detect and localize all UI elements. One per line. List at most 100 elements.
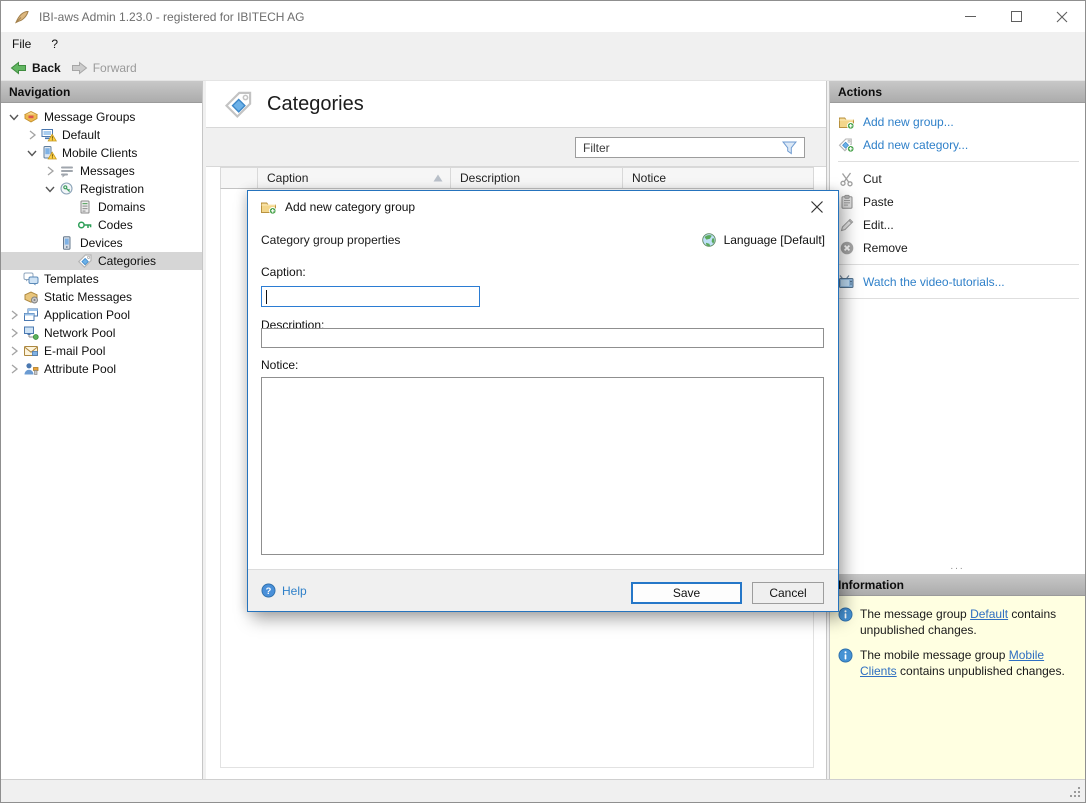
close-button[interactable] bbox=[1039, 1, 1085, 32]
cut-icon bbox=[838, 171, 855, 187]
dialog-close-button[interactable] bbox=[804, 195, 830, 219]
add-group-icon bbox=[838, 114, 855, 130]
action-watch-the-video-tutorials[interactable]: Watch the video-tutorials... bbox=[830, 270, 1085, 293]
menu-file[interactable]: File bbox=[1, 37, 42, 51]
chevron-placeholder bbox=[42, 235, 58, 251]
back-button[interactable]: Back bbox=[8, 56, 69, 80]
svg-text:?: ? bbox=[266, 586, 272, 596]
action-label: Cut bbox=[863, 172, 882, 186]
tree-item-label: Categories bbox=[98, 254, 156, 268]
application-pool-icon bbox=[22, 307, 39, 323]
chevron-expanded-icon[interactable] bbox=[42, 181, 58, 197]
forward-arrow-icon bbox=[71, 60, 88, 76]
action-add-new-category[interactable]: Add new category... bbox=[830, 133, 1085, 156]
chevron-placeholder bbox=[60, 199, 76, 215]
actions-list: Add new group... Add new category... Cut Pa… bbox=[830, 103, 1085, 304]
filter-input[interactable] bbox=[576, 141, 782, 155]
chevron-expanded-icon[interactable] bbox=[24, 145, 40, 161]
column-caption[interactable]: Caption bbox=[258, 168, 451, 188]
dialog-titlebar[interactable]: Add new category group bbox=[248, 191, 838, 221]
menubar: File ? bbox=[1, 32, 1085, 56]
tree-item-label: Network Pool bbox=[44, 326, 115, 340]
navigation-panel: Navigation Message GroupsDefaultMobile C… bbox=[1, 81, 203, 779]
resize-grip[interactable] bbox=[1068, 785, 1082, 799]
notice-input[interactable] bbox=[261, 377, 824, 555]
tree-item-devices[interactable]: Devices bbox=[1, 234, 202, 252]
action-label: Paste bbox=[863, 195, 894, 209]
menu-help[interactable]: ? bbox=[42, 37, 67, 51]
dialog-section-row: Category group properties Language [Defa… bbox=[261, 232, 825, 248]
tree-item-e-mail-pool[interactable]: E-mail Pool bbox=[1, 342, 202, 360]
navigation-header: Navigation bbox=[1, 81, 202, 103]
chevron-collapsed-icon[interactable] bbox=[6, 325, 22, 341]
tree-item-label: E-mail Pool bbox=[44, 344, 105, 358]
chevron-collapsed-icon[interactable] bbox=[24, 127, 40, 143]
tree-item-default[interactable]: Default bbox=[1, 126, 202, 144]
chevron-expanded-icon[interactable] bbox=[6, 109, 22, 125]
tree-item-categories[interactable]: Categories bbox=[1, 252, 202, 270]
toolbar: Back Forward bbox=[1, 56, 1085, 81]
column-description[interactable]: Description bbox=[451, 168, 623, 188]
info-item: The mobile message group Mobile Clients … bbox=[838, 647, 1079, 679]
tree-item-templates[interactable]: Templates bbox=[1, 270, 202, 288]
tree-item-domains[interactable]: Domains bbox=[1, 198, 202, 216]
tree-item-messages[interactable]: Messages bbox=[1, 162, 202, 180]
window-controls bbox=[947, 1, 1085, 32]
tree-item-message-groups[interactable]: Message Groups bbox=[1, 108, 202, 126]
column-row-selector[interactable] bbox=[221, 168, 258, 188]
panel-splitter[interactable]: ... bbox=[830, 564, 1085, 574]
filter-box[interactable] bbox=[575, 137, 805, 158]
forward-button[interactable]: Forward bbox=[69, 56, 145, 80]
email-pool-icon bbox=[22, 343, 39, 359]
chevron-collapsed-icon[interactable] bbox=[6, 361, 22, 377]
chevron-collapsed-icon[interactable] bbox=[6, 307, 22, 323]
help-link[interactable]: ? Help bbox=[261, 583, 307, 598]
language-label: Language [Default] bbox=[724, 233, 825, 247]
tree-item-registration[interactable]: Registration bbox=[1, 180, 202, 198]
column-notice[interactable]: Notice bbox=[623, 168, 813, 188]
tree-item-mobile-clients[interactable]: Mobile Clients bbox=[1, 144, 202, 162]
tree-item-static-messages[interactable]: Static Messages bbox=[1, 288, 202, 306]
maximize-button[interactable] bbox=[993, 1, 1039, 32]
column-caption-label: Caption bbox=[267, 171, 308, 185]
add-category-icon bbox=[838, 137, 855, 153]
tree-item-application-pool[interactable]: Application Pool bbox=[1, 306, 202, 324]
statusbar bbox=[1, 779, 1085, 802]
action-paste[interactable]: Paste bbox=[830, 190, 1085, 213]
action-add-new-group[interactable]: Add new group... bbox=[830, 110, 1085, 133]
info-text: The message group Default contains unpub… bbox=[860, 606, 1072, 638]
info-link-mobile-clients[interactable]: Mobile Clients bbox=[860, 648, 1044, 678]
description-input[interactable] bbox=[261, 328, 824, 348]
action-cut[interactable]: Cut bbox=[830, 167, 1085, 190]
save-button[interactable]: Save bbox=[631, 582, 742, 604]
caption-label: Caption: bbox=[261, 265, 306, 279]
tree-item-codes[interactable]: Codes bbox=[1, 216, 202, 234]
chevron-collapsed-icon[interactable] bbox=[6, 343, 22, 359]
tree-item-attribute-pool[interactable]: Attribute Pool bbox=[1, 360, 202, 378]
action-remove[interactable]: Remove bbox=[830, 236, 1085, 259]
filter-funnel-icon[interactable] bbox=[782, 141, 800, 155]
chevron-placeholder bbox=[6, 271, 22, 287]
action-edit[interactable]: Edit... bbox=[830, 213, 1085, 236]
info-link-default[interactable]: Default bbox=[970, 607, 1008, 621]
add-group-dialog-icon bbox=[260, 199, 277, 215]
actions-separator bbox=[838, 264, 1079, 265]
forward-label: Forward bbox=[93, 61, 137, 75]
devices-icon bbox=[58, 235, 75, 251]
cancel-button[interactable]: Cancel bbox=[752, 582, 824, 604]
action-label: Add new category... bbox=[863, 138, 968, 152]
chevron-placeholder bbox=[60, 217, 76, 233]
actions-header: Actions bbox=[830, 81, 1085, 103]
caption-input[interactable] bbox=[261, 286, 480, 307]
minimize-button[interactable] bbox=[947, 1, 993, 32]
titlebar[interactable]: IBI-aws Admin 1.23.0 - registered for IB… bbox=[1, 1, 1085, 32]
tree-item-network-pool[interactable]: Network Pool bbox=[1, 324, 202, 342]
actions-panel-space bbox=[830, 304, 1085, 564]
dialog-title: Add new category group bbox=[285, 200, 415, 214]
page-title: Categories bbox=[267, 93, 364, 116]
tree-item-label: Attribute Pool bbox=[44, 362, 116, 376]
language-selector[interactable]: Language [Default] bbox=[701, 232, 825, 248]
main-header: Categories bbox=[206, 81, 826, 127]
chevron-collapsed-icon[interactable] bbox=[42, 163, 58, 179]
actions-separator bbox=[838, 298, 1079, 299]
